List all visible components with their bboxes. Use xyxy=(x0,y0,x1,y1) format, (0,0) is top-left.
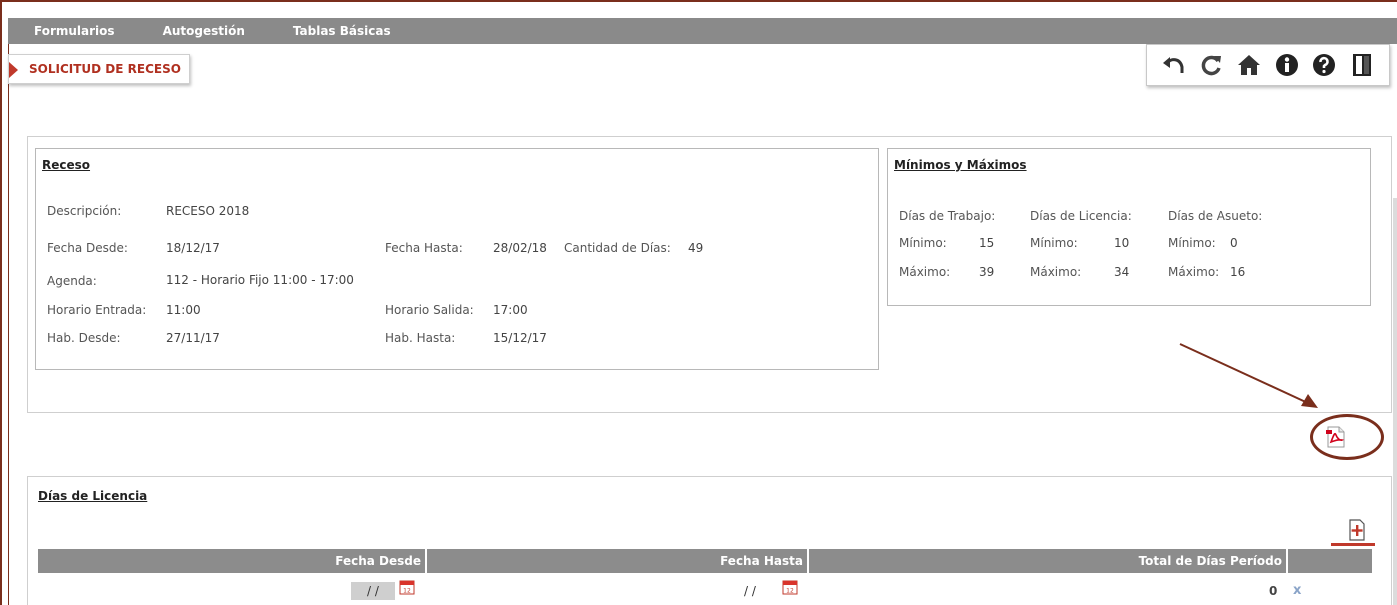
annotation-circle xyxy=(1310,414,1384,460)
hab-hasta-label: Hab. Hasta: xyxy=(385,331,456,345)
descripcion-value: RECESO 2018 xyxy=(166,204,250,218)
cantidad-dias-value: 49 xyxy=(688,241,704,255)
col-total-dias[interactable]: Total de Días Período xyxy=(809,549,1288,573)
action-toolbar xyxy=(1146,44,1390,86)
fecha-desde-value: 18/12/17 xyxy=(166,241,220,255)
receso-panel: Receso Descripción: RECESO 2018 Fecha De… xyxy=(35,148,879,370)
horario-salida-value: 17:00 xyxy=(493,303,528,317)
delete-row-icon[interactable]: x xyxy=(1293,583,1301,598)
dias-trabajo-label: Días de Trabajo: xyxy=(899,209,996,223)
col-fecha-desde[interactable]: Fecha Desde xyxy=(38,549,427,573)
col-actions xyxy=(1288,549,1372,573)
asueto-max-value: 16 xyxy=(1230,265,1246,279)
help-icon[interactable] xyxy=(1310,51,1338,79)
add-row-underline xyxy=(1331,543,1375,546)
asueto-max-label: Máximo: xyxy=(1168,265,1220,279)
menu-formularios[interactable]: Formularios xyxy=(8,24,115,38)
calendar-icon[interactable]: 12 xyxy=(399,579,415,595)
horario-salida-label: Horario Salida: xyxy=(385,303,474,317)
left-border xyxy=(8,44,9,605)
hab-hasta-value: 15/12/17 xyxy=(493,331,547,345)
licencia-table-header: Fecha Desde Fecha Hasta Total de Días Pe… xyxy=(38,549,1372,573)
trabajo-min-label: Mínimo: xyxy=(899,236,947,250)
svg-text:12: 12 xyxy=(403,588,411,595)
annotation-arrow xyxy=(1179,343,1318,408)
top-menu-bar: Formularios Autogestión Tablas Básicas xyxy=(8,18,1397,44)
trabajo-min-value: 15 xyxy=(979,236,995,250)
exit-icon[interactable] xyxy=(1348,51,1376,79)
licencia-title: Días de Licencia xyxy=(38,489,148,503)
scrollbar[interactable] xyxy=(1393,198,1397,605)
trabajo-max-value: 39 xyxy=(979,265,995,279)
dias-licencia-label: Días de Licencia: xyxy=(1030,209,1132,223)
fecha-hasta-value: 28/02/18 xyxy=(493,241,547,255)
table-row: / / 12 / / 12 0 x xyxy=(38,577,1372,605)
trabajo-max-label: Máximo: xyxy=(899,265,951,279)
licencia-max-label: Máximo: xyxy=(1030,265,1082,279)
hab-desde-value: 27/11/17 xyxy=(166,331,220,345)
descripcion-label: Descripción: xyxy=(47,204,122,218)
licencia-section: Días de Licencia Fecha Desde Fecha Hasta… xyxy=(27,476,1392,605)
dias-asueto-label: Días de Asueto: xyxy=(1168,209,1263,223)
svg-text:12: 12 xyxy=(786,588,794,595)
asueto-min-label: Mínimo: xyxy=(1168,236,1216,250)
cantidad-dias-label: Cantidad de Días: xyxy=(564,241,671,255)
add-row-icon[interactable] xyxy=(1348,519,1368,541)
horario-entrada-label: Horario Entrada: xyxy=(47,303,147,317)
fecha-desde-input[interactable]: / / xyxy=(351,582,395,600)
licencia-max-value: 34 xyxy=(1114,265,1130,279)
menu-tablas-basicas[interactable]: Tablas Básicas xyxy=(267,24,391,38)
asueto-min-value: 0 xyxy=(1230,236,1238,250)
calendar-icon[interactable]: 12 xyxy=(782,579,798,595)
licencia-min-label: Mínimo: xyxy=(1030,236,1078,250)
info-icon[interactable] xyxy=(1273,51,1301,79)
refresh-icon[interactable] xyxy=(1197,51,1225,79)
total-dias-value: 0 xyxy=(1269,584,1278,598)
fecha-hasta-input[interactable]: / / xyxy=(735,582,765,600)
back-icon[interactable] xyxy=(1160,51,1188,79)
horario-entrada-value: 11:00 xyxy=(166,303,201,317)
page-title: SOLICITUD DE RECESO xyxy=(29,62,181,76)
agenda-label: Agenda: xyxy=(47,274,97,288)
agenda-value: 112 - Horario Fijo 11:00 - 17:00 xyxy=(166,273,354,287)
title-marker-icon xyxy=(9,62,18,78)
licencia-min-value: 10 xyxy=(1114,236,1130,250)
hab-desde-label: Hab. Desde: xyxy=(47,331,121,345)
home-icon[interactable] xyxy=(1235,51,1263,79)
receso-title: Receso xyxy=(42,158,91,172)
page-title-tab: SOLICITUD DE RECESO xyxy=(8,54,190,84)
col-fecha-hasta[interactable]: Fecha Hasta xyxy=(427,549,809,573)
menu-autogestion[interactable]: Autogestión xyxy=(137,24,245,38)
fecha-desde-label: Fecha Desde: xyxy=(47,241,128,255)
minmax-title: Mínimos y Máximos xyxy=(894,158,1027,172)
minmax-panel: Mínimos y Máximos Días de Trabajo: Mínim… xyxy=(887,148,1371,306)
fecha-hasta-label: Fecha Hasta: xyxy=(385,241,463,255)
